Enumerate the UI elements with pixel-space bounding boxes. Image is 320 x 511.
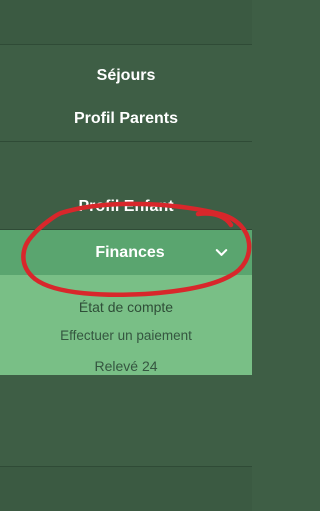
sidebar-item-profil-enfant[interactable]: Profil Enfant bbox=[0, 185, 252, 230]
sidebar-item-sejours[interactable]: Séjours bbox=[0, 54, 252, 98]
sidebar-item-label: Séjours bbox=[96, 66, 156, 84]
bottom-bar bbox=[0, 466, 252, 511]
app-sidebar: Séjours Profil Parents Profil Enfant Fin… bbox=[0, 0, 252, 511]
submenu-item-etat-de-compte[interactable]: État de compte bbox=[0, 299, 252, 315]
sidebar-item-label: Profil Parents bbox=[73, 110, 179, 127]
sidebar-item-finances[interactable]: Finances bbox=[0, 230, 252, 275]
sidebar-item-profil-parents[interactable]: Profil Parents bbox=[0, 97, 252, 142]
submenu-item-effectuer-paiement[interactable]: Effectuer un paiement bbox=[0, 328, 252, 343]
chevron-down-icon[interactable] bbox=[214, 245, 229, 260]
sidebar-item-label: Profil Enfant bbox=[78, 198, 174, 215]
submenu-item-releve-24[interactable]: Relevé 24 bbox=[0, 358, 252, 374]
sidebar-item-label: Finances bbox=[95, 243, 165, 261]
top-strip bbox=[0, 0, 252, 45]
